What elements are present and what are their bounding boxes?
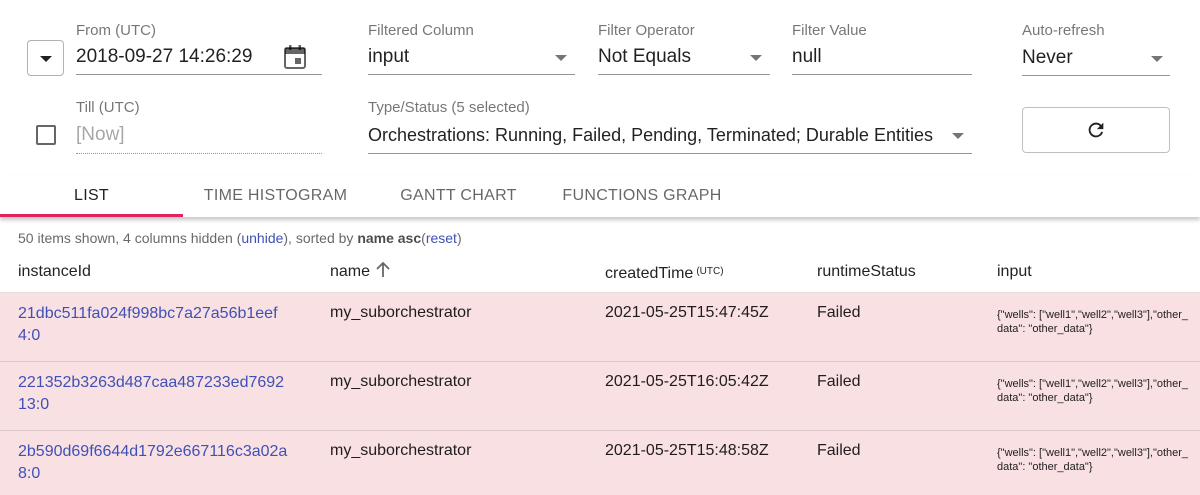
type-status-select[interactable]: Orchestrations: Running, Failed, Pending… [368,123,933,147]
filter-value-label: Filter Value [792,22,867,39]
runtime-status-cell: Failed [817,442,861,459]
filtered-column-underline [368,74,575,75]
chevron-down-icon[interactable] [555,55,567,61]
table-row: 21dbc511fa024f998bc7a27a56b1eef4:0 my_su… [0,293,1200,362]
arrow-upward-icon [376,261,390,284]
till-underline [76,153,322,154]
reset-link[interactable]: reset [426,230,457,246]
filter-value-underline [792,74,972,75]
auto-refresh-label: Auto-refresh [1022,22,1105,39]
till-checkbox[interactable] [36,125,56,145]
column-header-runtimestatus[interactable]: runtimeStatus [817,262,916,282]
table-row: 221352b3263d487caa487233ed769213:0 my_su… [0,362,1200,431]
column-header-instanceid[interactable]: instanceId [18,262,91,282]
chevron-down-icon[interactable] [1151,56,1163,62]
summary-text: ) [456,230,462,246]
table-row: 2b590d69f6644d1792e667116c3a02a8:0 my_su… [0,431,1200,495]
unhide-link[interactable]: unhide [241,230,283,246]
instance-id-link[interactable]: 221352b3263d487caa487233ed769213:0 [18,372,290,416]
input-cell: {"wells": ["well1","well2","well3"],"oth… [997,447,1189,473]
from-underline [76,74,322,75]
sort-description: name asc [357,230,422,246]
auto-refresh-underline [1022,75,1170,76]
tab-functions-graph[interactable]: Functions Graph [549,175,735,217]
tab-gantt-chart[interactable]: Gantt Chart [368,175,549,217]
tab-time-histogram[interactable]: Time Histogram [183,175,368,217]
from-label: From (UTC) [76,22,156,39]
column-header-createdtime-unit: (UTC) [696,266,724,277]
column-header-name-label: name [330,263,371,280]
column-header-input[interactable]: input [997,262,1032,282]
column-header-createdtime[interactable]: createdTime (UTC) [605,262,724,284]
instance-id-link[interactable]: 2b590d69f6644d1792e667116c3a02a8:0 [18,441,290,485]
created-time-cell: 2021-05-25T16:05:42Z [605,373,769,390]
column-header-createdtime-label: createdTime [605,265,694,282]
input-cell: {"wells": ["well1","well2","well3"],"oth… [997,378,1189,404]
type-status-label: Type/Status (5 selected) [368,99,530,116]
refresh-button[interactable] [1022,107,1170,153]
chevron-down-icon[interactable] [750,55,762,61]
refresh-icon [1088,122,1104,138]
till-label: Till (UTC) [76,99,140,116]
name-cell: my_suborchestrator [330,373,472,390]
filter-operator-underline [598,74,770,75]
table-header: instanceId name createdTime (UTC) runtime… [0,250,1200,293]
chevron-down-icon[interactable] [952,133,964,139]
active-tab-indicator [0,214,183,217]
created-time-cell: 2021-05-25T15:48:58Z [605,442,769,459]
filter-operator-label: Filter Operator [598,22,695,39]
calendar-icon[interactable] [283,44,307,75]
from-input[interactable]: 2018-09-27 14:26:29 [76,45,252,69]
filter-panel: From (UTC) 2018-09-27 14:26:29 Till (UTC… [0,0,1200,175]
tab-list[interactable]: List [0,175,183,217]
filtered-column-label: Filtered Column [368,22,474,39]
instance-id-link[interactable]: 21dbc511fa024f998bc7a27a56b1eef4:0 [18,303,290,347]
input-cell: {"wells": ["well1","well2","well3"],"oth… [997,309,1189,335]
filter-operator-select[interactable]: Not Equals [598,45,691,69]
list-summary: 50 items shown, 4 columns hidden (unhide… [18,230,462,247]
filtered-column-select[interactable]: input [368,45,409,69]
summary-text: ), sorted by [283,230,358,246]
summary-text: 50 items shown, 4 columns hidden ( [18,230,242,246]
name-cell: my_suborchestrator [330,304,472,321]
chevron-down-icon [40,56,52,62]
runtime-status-cell: Failed [817,304,861,321]
type-status-underline [368,153,972,154]
auto-refresh-select[interactable]: Never [1022,46,1073,70]
created-time-cell: 2021-05-25T15:47:45Z [605,304,769,321]
column-header-name[interactable]: name [330,261,390,284]
filter-value-input[interactable]: null [792,45,822,69]
name-cell: my_suborchestrator [330,442,472,459]
runtime-status-cell: Failed [817,373,861,390]
view-tabs: List Time Histogram Gantt Chart Function… [0,175,1200,217]
expand-filters-button[interactable] [27,40,64,76]
till-input[interactable]: [Now] [76,123,125,147]
